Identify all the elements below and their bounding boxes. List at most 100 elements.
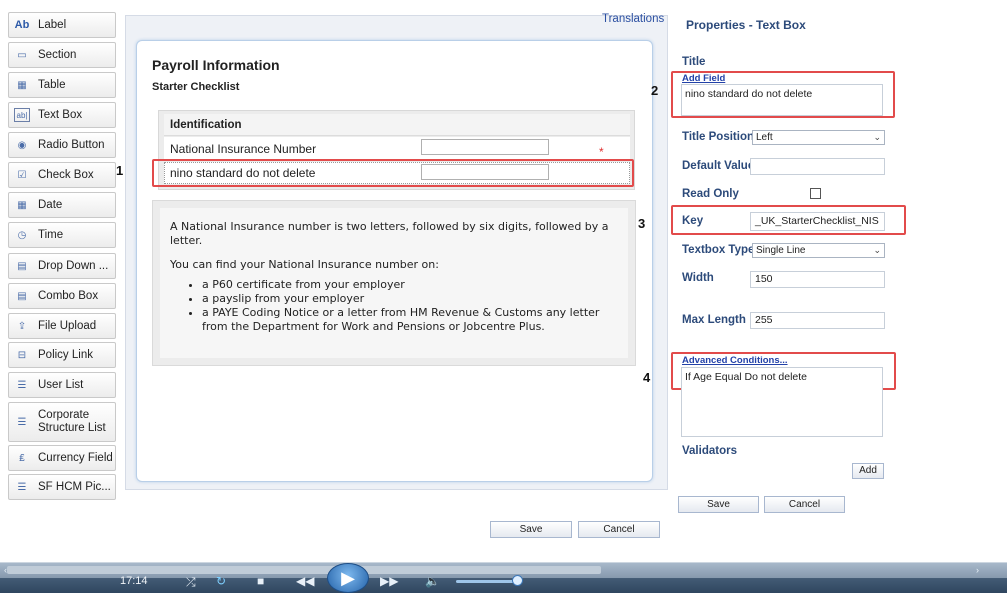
sf-hcm-picker-icon: ☰ — [17, 481, 27, 493]
toolbox-item-user-list[interactable]: ☰ User List — [8, 372, 116, 398]
text-box-icon: ab| — [14, 108, 30, 122]
annotation-number-4: 4 — [643, 370, 651, 385]
toolbox-item-section[interactable]: ▭ Section — [8, 42, 116, 68]
annotation-box-1 — [152, 159, 634, 187]
advanced-conditions-textarea[interactable]: If Age Equal Do not delete — [681, 367, 883, 437]
toolbox-item-policy-link[interactable]: ⊟ Policy Link — [8, 342, 116, 368]
title-position-select[interactable]: Left ⌄ — [752, 130, 885, 145]
play-icon: ▶ — [341, 568, 355, 588]
toolbox-item-time[interactable]: ◷ Time — [8, 222, 116, 248]
volume-knob[interactable] — [512, 575, 523, 586]
volume-slider[interactable] — [456, 580, 520, 583]
toolbox-item-label: File Upload — [38, 319, 97, 332]
combo-box-icon: ▤ — [17, 290, 27, 302]
toolbox-item-combo-box[interactable]: ▤ Combo Box — [8, 283, 116, 309]
toolbox-item-label: Date — [38, 198, 63, 211]
properties-save-button[interactable]: Save — [678, 496, 759, 513]
add-validator-button[interactable]: Add — [852, 463, 884, 479]
next-icon[interactable]: ▶▶ — [380, 574, 398, 588]
toolbox-item-label: Drop Down ... — [38, 259, 109, 272]
properties-cancel-button[interactable]: Cancel — [764, 496, 845, 513]
toolbox-item-text-box[interactable]: ab| Text Box — [8, 102, 116, 128]
section-header: Identification — [164, 114, 630, 136]
file-upload-icon: ⇪ — [17, 320, 27, 332]
toolbox-item-label: User List — [38, 378, 84, 391]
repeat-icon[interactable]: ↻ — [216, 574, 226, 588]
toolbox-item-label: Corporate Structure List — [38, 409, 106, 434]
chevron-down-icon: ⌄ — [873, 132, 881, 142]
playback-time: 17:14 — [120, 575, 148, 587]
stop-icon[interactable]: ■ — [257, 574, 264, 588]
max-length-input[interactable]: 255 — [750, 312, 885, 329]
toolbox-item-currency-field[interactable]: ₤ Currency Field — [8, 445, 116, 471]
textbox-type-select[interactable]: Single Line ⌄ — [752, 243, 885, 258]
max-length-label: Max Length — [682, 314, 746, 326]
seek-right-icon[interactable]: › — [976, 565, 979, 575]
toolbox-item-label: SF HCM Pic... — [38, 480, 111, 493]
info-paragraph-1: A National Insurance number is two lette… — [170, 220, 609, 247]
key-label: Key — [682, 215, 704, 227]
toolbox-item-label: Radio Button — [38, 138, 105, 151]
national-insurance-row[interactable]: National Insurance Number — [164, 137, 630, 161]
toolbox-item-label: Check Box — [38, 168, 94, 181]
width-input[interactable]: 150 — [750, 271, 885, 288]
key-input[interactable]: _UK_StarterChecklist_NIS — [750, 212, 885, 231]
width-label: Width — [682, 272, 714, 284]
default-value-label: Default Value — [682, 160, 755, 172]
volume-icon[interactable]: 🔈 — [425, 574, 440, 588]
advanced-conditions-link[interactable]: Advanced Conditions... — [682, 355, 788, 366]
user-list-icon: ☰ — [17, 379, 27, 391]
translations-link[interactable]: Translations — [602, 13, 664, 25]
toolbox-item-drop-down[interactable]: ▤ Drop Down ... — [8, 253, 116, 279]
info-list: a P60 certificate from your employer a p… — [202, 278, 618, 334]
national-insurance-input[interactable] — [421, 139, 549, 155]
list-item: a PAYE Coding Notice or a letter from HM… — [202, 306, 618, 334]
title-position-value: Left — [756, 132, 773, 143]
check-box-icon: ☑ — [17, 169, 27, 181]
form-title: Payroll Information — [152, 57, 280, 73]
annotation-number-2: 2 — [651, 83, 659, 98]
canvas-save-button[interactable]: Save — [490, 521, 572, 538]
play-button[interactable]: ▶ — [327, 563, 369, 593]
form-designer-window: Ab Label ▭ Section ▦ Table ab| Text Box ◉ Radio B… — [0, 0, 1007, 593]
radio-button-icon: ◉ — [17, 139, 27, 151]
annotation-number-1: 1 — [116, 163, 124, 178]
toolbox-item-label: Table — [38, 78, 66, 91]
toolbox-item-date[interactable]: ▦ Date — [8, 192, 116, 218]
toolbox-item-label: Text Box — [38, 108, 83, 121]
corporate-structure-icon: ☰ — [17, 416, 27, 428]
title-textarea[interactable]: nino standard do not delete — [681, 84, 883, 116]
title-label: Title — [682, 56, 706, 68]
dropdown-icon: ▤ — [17, 260, 27, 272]
toolbox-item-table[interactable]: ▦ Table — [8, 72, 116, 98]
label-icon: Ab — [14, 19, 30, 31]
read-only-checkbox[interactable] — [810, 188, 821, 199]
section-icon: ▭ — [17, 49, 27, 61]
read-only-label: Read Only — [682, 188, 739, 200]
clock-icon: ◷ — [17, 229, 27, 241]
shuffle-icon[interactable]: ⤮ — [186, 575, 196, 590]
toolbox-item-check-box[interactable]: ☑ Check Box — [8, 162, 116, 188]
toolbox-item-label: Time — [38, 228, 64, 241]
list-item: a P60 certificate from your employer — [202, 278, 618, 292]
previous-icon[interactable]: ◀◀ — [296, 574, 314, 588]
table-icon: ▦ — [17, 79, 27, 91]
toolbox-item-file-upload[interactable]: ⇪ File Upload — [8, 313, 116, 339]
toolbox-item-sf-hcm-pic[interactable]: ☰ SF HCM Pic... — [8, 474, 116, 500]
toolbox-item-label[interactable]: Ab Label — [8, 12, 116, 38]
textbox-type-label: Textbox Type — [682, 244, 755, 256]
properties-title: Properties - Text Box — [686, 18, 806, 32]
canvas-cancel-button[interactable]: Cancel — [578, 521, 660, 538]
calendar-icon: ▦ — [17, 199, 27, 211]
toolbox-item-corporate-structure-list[interactable]: ☰ Corporate Structure List — [8, 402, 116, 442]
toolbox-item-radio-button[interactable]: ◉ Radio Button — [8, 132, 116, 158]
toolbox-item-label: Combo Box — [38, 289, 99, 302]
add-field-link[interactable]: Add Field — [682, 73, 725, 84]
validators-label: Validators — [682, 445, 737, 457]
seek-left-icon[interactable]: ‹ — [4, 565, 7, 575]
info-paragraph-2: You can find your National Insurance num… — [170, 258, 439, 271]
toolbox-item-label: Policy Link — [38, 348, 93, 361]
title-position-label: Title Position — [682, 131, 754, 143]
default-value-input[interactable] — [750, 158, 885, 175]
toolbox-item-label: Label — [38, 18, 67, 31]
